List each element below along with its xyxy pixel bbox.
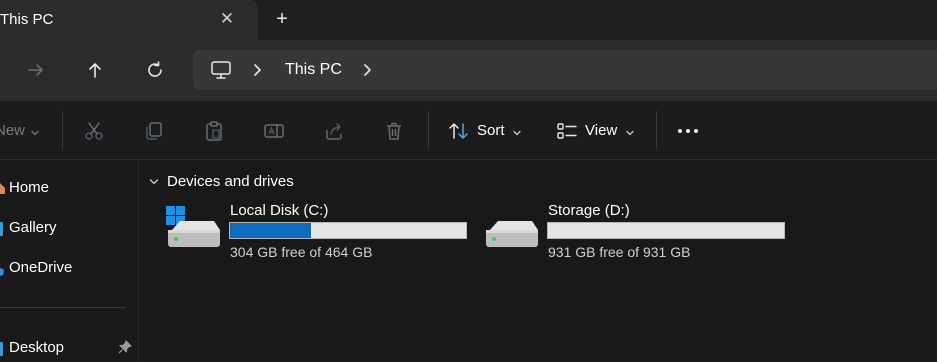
new-button[interactable]: New: [0, 122, 25, 139]
view-icon: [557, 123, 577, 139]
new-tab-button[interactable]: +: [272, 8, 292, 30]
toolbar-divider: [62, 111, 63, 149]
sidebar-item-gallery[interactable]: Gallery: [0, 216, 130, 240]
drive-tile-d[interactable]: Storage (D:) 931 GB free of 931 GB: [482, 200, 792, 266]
drive-usage-fill: [230, 223, 312, 238]
arrow-up-icon: [89, 63, 101, 78]
sidebar-item-label: OneDrive: [9, 259, 73, 276]
paste-button[interactable]: [199, 116, 229, 146]
sort-button[interactable]: [444, 116, 474, 146]
chevron-down-icon: [512, 125, 522, 143]
sidebar-item-label: Home: [9, 179, 50, 196]
paste-icon: [206, 121, 222, 141]
rename-icon: [264, 124, 284, 138]
rename-button[interactable]: [259, 116, 289, 146]
sort-icon: [449, 123, 468, 139]
sidebar-item-home[interactable]: Home: [0, 176, 130, 200]
home-icon: [0, 181, 6, 200]
drive-icon: [482, 203, 542, 256]
sort-label[interactable]: Sort: [477, 122, 505, 139]
chevron-down-icon: [625, 125, 635, 143]
share-button[interactable]: [319, 116, 349, 146]
close-tab-button[interactable]: ✕: [217, 8, 237, 30]
sidebar-item-onedrive[interactable]: OneDrive: [0, 256, 130, 280]
refresh-button[interactable]: [141, 56, 169, 84]
desktop-icon: [0, 342, 4, 361]
drive-name: Local Disk (C:): [230, 202, 329, 219]
toolbar-divider: [428, 111, 429, 149]
up-button[interactable]: [81, 56, 109, 84]
copy-icon: [146, 122, 162, 140]
chevron-down-icon: [30, 125, 40, 143]
group-header[interactable]: Devices and drives: [167, 173, 294, 190]
sidebar-item-label: Desktop: [9, 339, 65, 356]
windows-drive-icon: [164, 203, 224, 256]
refresh-icon: [148, 61, 162, 77]
more-icon: [678, 129, 698, 133]
breadcrumb-this-pc[interactable]: This PC: [285, 61, 342, 79]
cut-icon: [85, 122, 103, 140]
cut-button[interactable]: [79, 116, 109, 146]
breadcrumb-chevron-icon[interactable]: [251, 61, 265, 84]
pin-icon[interactable]: [118, 340, 132, 359]
drive-tile-c[interactable]: Local Disk (C:) 304 GB free of 464 GB: [164, 200, 474, 266]
drive-name: Storage (D:): [548, 202, 630, 219]
forward-button[interactable]: [22, 56, 50, 84]
sidebar-divider: [0, 307, 126, 308]
delete-button[interactable]: [379, 116, 409, 146]
sidebar-item-desktop[interactable]: Desktop: [0, 336, 138, 360]
gallery-icon: [0, 222, 4, 241]
breadcrumb-chevron-icon[interactable]: [361, 61, 375, 84]
sidebar-item-label: Gallery: [9, 219, 57, 236]
drive-free-space: 304 GB free of 464 GB: [230, 244, 373, 260]
collapse-chevron-icon[interactable]: [148, 175, 160, 193]
drive-usage-bar: [229, 222, 467, 239]
drive-usage-bar: [547, 222, 785, 239]
computer-icon: [210, 59, 232, 86]
onedrive-icon: [0, 264, 6, 282]
share-icon: [326, 123, 342, 140]
drive-free-space: 931 GB free of 931 GB: [548, 244, 691, 260]
delete-icon: [387, 122, 401, 140]
view-button[interactable]: [552, 116, 582, 146]
more-options-button[interactable]: [673, 118, 703, 144]
copy-button[interactable]: [139, 116, 169, 146]
toolbar-divider: [656, 111, 657, 149]
tab-title: This PC: [0, 11, 54, 28]
view-label[interactable]: View: [585, 122, 617, 139]
arrow-right-icon: [28, 64, 43, 76]
